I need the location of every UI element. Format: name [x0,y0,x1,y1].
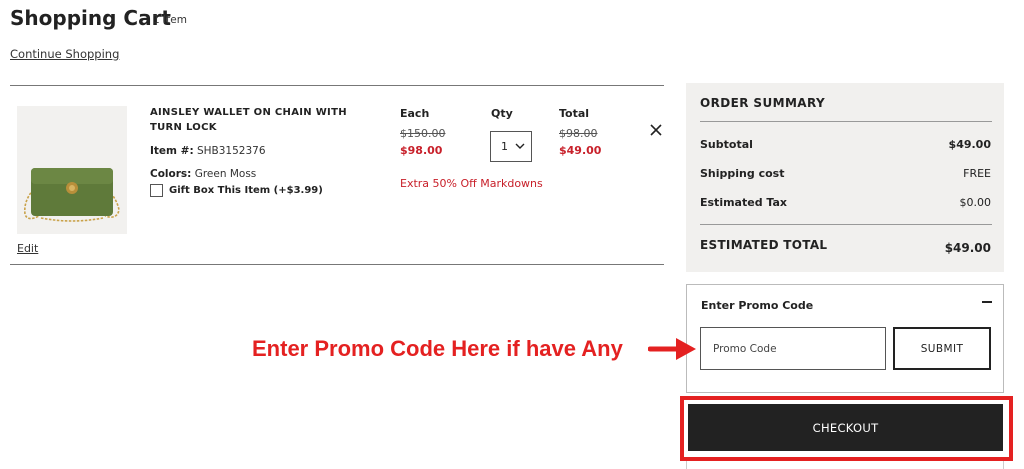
wallet-on-chain-image [23,168,120,222]
cart-item-count: 1 Item [153,14,187,26]
item-number: Item #: SHB3152376 [150,145,266,157]
colors-label: Colors: [150,168,192,180]
promo-annotation-text: Enter Promo Code Here if have Any [252,336,623,361]
quantity-select[interactable]: 1 [490,131,532,162]
checkout-button[interactable]: CHECKOUT [688,404,1003,451]
chevron-down-icon [515,143,525,149]
estimated-total-label: ESTIMATED TOTAL [700,238,828,252]
qty-header: Qty [491,107,513,120]
quantity-value: 1 [501,140,508,153]
collapse-minus-icon[interactable] [982,301,992,303]
shipping-label: Shipping cost [700,167,785,180]
arrow-right-icon [648,338,696,360]
promo-code-heading[interactable]: Enter Promo Code [701,299,813,312]
tax-value: $0.00 [959,196,992,209]
promo-code-input[interactable] [700,327,886,370]
cart-top-divider [10,85,664,86]
markdown-promo-note: Extra 50% Off Markdowns [400,177,543,190]
cart-bottom-divider [10,264,664,265]
color-value: Green Moss [194,168,257,180]
total-header: Total [559,107,590,120]
each-header: Each [400,107,430,120]
gift-box-option[interactable]: Gift Box This Item (+$3.99) [150,184,323,197]
total-original-price: $98.00 [559,127,598,140]
page-title: Shopping Cart [10,6,171,30]
order-summary-title: ORDER SUMMARY [700,96,826,110]
each-original-price: $150.00 [400,127,446,140]
gift-box-label: Gift Box This Item (+$3.99) [169,185,323,196]
estimated-total-value: $49.00 [944,241,991,255]
gift-box-checkbox[interactable] [150,184,163,197]
product-image[interactable] [17,106,127,234]
subtotal-value: $49.00 [948,138,991,151]
shipping-value: FREE [963,167,991,180]
subtotal-label: Subtotal [700,138,753,151]
summary-divider [700,121,992,122]
product-name[interactable]: AINSLEY WALLET ON CHAIN WITH TURN LOCK [150,105,365,135]
item-number-value: SHB3152376 [196,145,266,157]
remove-item-close-icon[interactable] [648,122,664,138]
promo-submit-button[interactable]: SUBMIT [893,327,991,370]
summary-total-divider [700,224,992,225]
tax-label: Estimated Tax [700,196,788,209]
item-color: Colors: Green Moss [150,168,256,180]
item-number-label: Item #: [150,145,194,157]
total-sale-price: $49.00 [559,144,602,157]
next-panel-edge [686,461,1004,469]
edit-item-link[interactable]: Edit [17,242,38,255]
continue-shopping-link[interactable]: Continue Shopping [10,47,119,61]
each-sale-price: $98.00 [400,144,443,157]
